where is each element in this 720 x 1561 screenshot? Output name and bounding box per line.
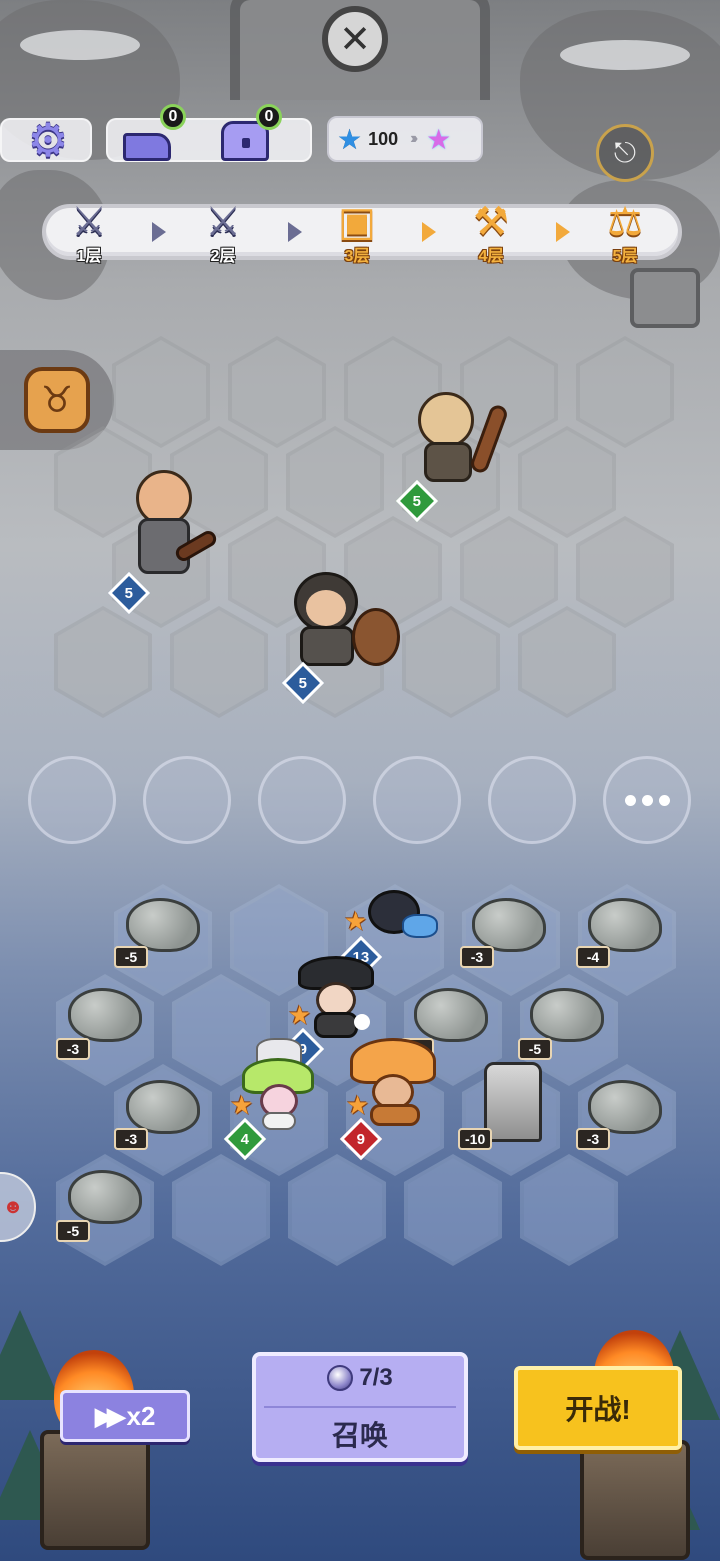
- player-hex[interactable]: [404, 1154, 502, 1266]
- rock-obstacle[interactable]: [68, 1170, 142, 1224]
- bench-slot[interactable]: [488, 756, 576, 844]
- star-progress[interactable]: ★ 100 ››› ★: [327, 116, 483, 162]
- rock-hp-label: -3: [460, 946, 494, 968]
- chest-count-badge: 0: [256, 104, 282, 130]
- club-icon: [468, 403, 510, 475]
- dot-icon: [641, 794, 653, 806]
- star-rank-icon: ★: [230, 1090, 254, 1120]
- enemy-hex[interactable]: [170, 606, 268, 718]
- enemy-hooded-dwarf-shield[interactable]: [282, 570, 406, 670]
- enemy-hex[interactable]: [228, 336, 326, 448]
- bench-slot[interactable]: [373, 756, 461, 844]
- enemy-hex[interactable]: [112, 336, 210, 448]
- enemy-hex[interactable]: [402, 606, 500, 718]
- dot-icon: [624, 794, 636, 806]
- enemy-hex[interactable]: [460, 516, 558, 628]
- crossed-swords-icon: ⚔: [205, 200, 241, 244]
- player-hex[interactable]: [288, 1154, 386, 1266]
- shield-icon: [352, 608, 400, 666]
- rock-obstacle[interactable]: [68, 988, 142, 1042]
- hero-portrait[interactable]: ☻: [0, 1172, 36, 1242]
- enemy-hex[interactable]: [576, 516, 674, 628]
- left-brazier: [40, 1430, 150, 1550]
- gear-icon[interactable]: ⚙: [18, 110, 78, 170]
- rock-obstacle[interactable]: [472, 898, 546, 952]
- right-brazier: [580, 1440, 690, 1560]
- bench-slot[interactable]: [28, 756, 116, 844]
- star-rank-icon: ★: [344, 906, 368, 936]
- floor-4: ⚒ 4层: [456, 198, 526, 266]
- enemy-hex[interactable]: [286, 426, 384, 538]
- arrow-right-icon: [152, 222, 166, 242]
- rock-hp-label: -5: [114, 946, 148, 968]
- rock-obstacle[interactable]: [530, 988, 604, 1042]
- rock-obstacle[interactable]: [588, 1080, 662, 1134]
- rock-obstacle[interactable]: [126, 1080, 200, 1134]
- ruin-gate: [230, 0, 490, 100]
- rock-hp-label: -3: [114, 1128, 148, 1150]
- enemy-bald-dwarf-club[interactable]: [406, 388, 516, 488]
- rock-hp-label: -4: [576, 946, 610, 968]
- speed-label: x2: [126, 1400, 156, 1431]
- star-icon: ★: [337, 123, 363, 155]
- star-rank-icon: ★: [288, 1000, 312, 1030]
- start-battle-label: 开战!: [565, 1394, 631, 1425]
- dot-icon: [658, 794, 670, 806]
- floor-label: 2层: [210, 248, 236, 265]
- anvil-icon: ⚒: [473, 200, 509, 244]
- arrow-right-icon: [422, 222, 436, 242]
- floor-label: 3层: [344, 248, 370, 265]
- stone-tower[interactable]: [484, 1062, 542, 1142]
- enemy-hex[interactable]: [518, 426, 616, 538]
- bench-slot[interactable]: [258, 756, 346, 844]
- treasure-chest-icon: ▣: [338, 200, 376, 244]
- exit-icon[interactable]: ⎋: [596, 124, 654, 182]
- chevrons-icon: ›››: [410, 130, 418, 147]
- rainbow-star-icon: ★: [426, 123, 452, 155]
- fast-forward-icon: ▶▶: [94, 1400, 127, 1431]
- player-hex[interactable]: [172, 1154, 270, 1266]
- enemy-hex[interactable]: [54, 606, 152, 718]
- summon-label: 召唤: [331, 1420, 388, 1451]
- rock-obstacle[interactable]: [588, 898, 662, 952]
- arrow-right-icon: [288, 222, 302, 242]
- floor-3: ▣ 3层: [322, 198, 392, 266]
- star-rank-icon: ★: [346, 1090, 370, 1120]
- unit-shadow-octopus[interactable]: [364, 890, 440, 946]
- rock-hp-label: -3: [56, 1038, 90, 1060]
- enemy-bearded-dwarf-pickaxe[interactable]: [124, 468, 224, 584]
- floor-5: ⚖ 5层: [590, 198, 660, 266]
- tower-hp-label: -10: [458, 1128, 493, 1150]
- start-battle-button[interactable]: 开战!: [514, 1366, 682, 1450]
- rock-hp-label: -5: [56, 1220, 90, 1242]
- floor-label: 1层: [76, 248, 102, 265]
- rock-hp-label: -3: [576, 1128, 610, 1150]
- anvil-count-badge: 0: [160, 104, 186, 130]
- bench-slot[interactable]: [143, 756, 231, 844]
- player-hex[interactable]: [520, 1154, 618, 1266]
- summon-button[interactable]: 7/3 召唤: [252, 1352, 468, 1462]
- summon-cost-value: 7/3: [359, 1364, 393, 1391]
- crossed-swords-icon: ⚔: [71, 200, 107, 244]
- floor-label: 5层: [612, 248, 638, 265]
- summon-cost: 7/3: [256, 1364, 464, 1392]
- rock-hp-label: -5: [518, 1038, 552, 1060]
- floor-1: ⚔ 1层: [54, 198, 124, 266]
- horned-demon-icon: ♉: [24, 367, 90, 433]
- floor-label: 4层: [478, 248, 504, 265]
- enemy-hex[interactable]: [518, 606, 616, 718]
- floor-2: ⚔ 2层: [188, 198, 258, 266]
- rock-obstacle[interactable]: [126, 898, 200, 952]
- enemy-hex[interactable]: [576, 336, 674, 448]
- more-options-button[interactable]: [603, 756, 691, 844]
- star-value: 100: [368, 128, 399, 149]
- arrow-right-icon: [556, 222, 570, 242]
- orb-currency-icon: [327, 1365, 354, 1391]
- divider: [264, 1406, 456, 1408]
- speed-toggle-button[interactable]: ▶▶ x2: [60, 1390, 190, 1442]
- scales-icon: ⚖: [607, 200, 643, 244]
- x-emblem-icon: ✕: [322, 6, 388, 72]
